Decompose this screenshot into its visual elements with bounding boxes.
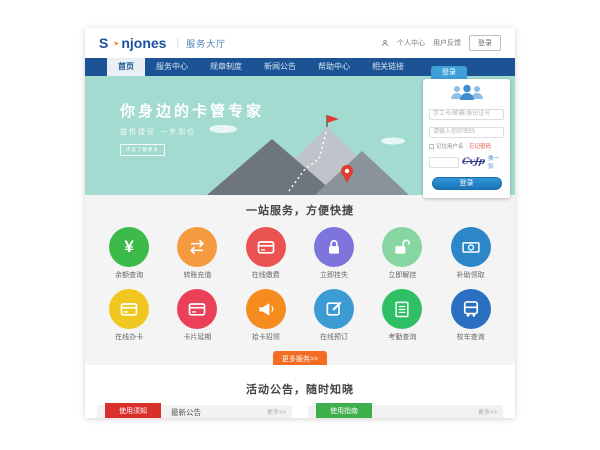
nav-item-help-center[interactable]: 帮助中心 bbox=[307, 58, 361, 76]
nav-item-news[interactable]: 新闻公告 bbox=[253, 58, 307, 76]
service-subsidy[interactable]: 补助领取 bbox=[436, 227, 504, 280]
captcha-image[interactable]: CvJp bbox=[461, 157, 485, 167]
refresh-captcha-link[interactable]: 换一张 bbox=[488, 154, 504, 170]
user-icon bbox=[381, 39, 389, 47]
remember-label: 记住用户名 bbox=[436, 142, 464, 150]
latest-news-tab[interactable]: 最新公告 bbox=[171, 405, 201, 418]
service-payment[interactable]: 在线缴费 bbox=[232, 227, 300, 280]
forgot-password-link[interactable]: 忘记密码 bbox=[469, 142, 491, 150]
announcement-tabs: 使用须知 最新公告 更多>> 使用指南 更多>> bbox=[97, 405, 503, 418]
service-balance[interactable]: ¥ 余额查询 bbox=[95, 227, 163, 280]
edit-icon bbox=[324, 299, 344, 319]
service-school-bus[interactable]: 校车查询 bbox=[436, 289, 504, 342]
attendance-icon bbox=[392, 299, 412, 319]
login-panel: 登录 记住用户名 | 忘记密码 CvJp 换一张 bbox=[423, 66, 510, 198]
login-options: 记住用户名 | 忘记密码 bbox=[429, 142, 504, 150]
username-input[interactable] bbox=[429, 109, 504, 120]
services-section: 一站服务，方便快捷 ¥ 余额查询 转账充值 bbox=[85, 195, 515, 365]
logo-text-s: S bbox=[99, 35, 108, 51]
service-card-renewal[interactable]: 卡片延期 bbox=[163, 289, 231, 342]
service-new-card[interactable]: 在线办卡 bbox=[95, 289, 163, 342]
user-feedback-link[interactable]: 用户反馈 bbox=[433, 38, 461, 48]
nav-item-rules[interactable]: 规章制度 bbox=[199, 58, 253, 76]
login-tab[interactable]: 登录 bbox=[431, 66, 467, 79]
header: S njones | 服务大厅 个人中心 用户反馈 登录 bbox=[85, 28, 515, 58]
login-submit-button[interactable]: 登录 bbox=[432, 177, 502, 190]
notice-panel: 使用须知 最新公告 更多>> bbox=[97, 405, 292, 418]
portal-name: 服务大厅 bbox=[186, 37, 226, 50]
announcements-section: 活动公告，随时知晓 使用须知 最新公告 更多>> 使用指南 更多>> bbox=[85, 365, 515, 418]
hero-cta-button[interactable]: 点击了解更多 bbox=[120, 144, 165, 156]
remember-checkbox[interactable] bbox=[429, 144, 434, 149]
options-separator: | bbox=[466, 143, 467, 149]
logo-text-rest: njones bbox=[121, 35, 166, 51]
service-online-booking[interactable]: 在线预订 bbox=[300, 289, 368, 342]
login-form: 记住用户名 | 忘记密码 CvJp 换一张 登录 bbox=[423, 79, 510, 198]
announcements-title: 活动公告，随时知晓 bbox=[85, 374, 515, 397]
unlock-icon bbox=[392, 237, 412, 257]
service-report-loss[interactable]: 立即挂失 bbox=[300, 227, 368, 280]
nav-item-service-center[interactable]: 服务中心 bbox=[145, 58, 199, 76]
usage-notice-tab[interactable]: 使用须知 bbox=[105, 403, 161, 418]
bus-icon bbox=[461, 299, 481, 319]
yen-icon: ¥ bbox=[124, 237, 133, 257]
nav-item-home[interactable]: 首页 bbox=[107, 58, 145, 76]
card-icon bbox=[187, 299, 207, 319]
users-icon bbox=[429, 84, 504, 102]
megaphone-icon bbox=[256, 299, 276, 319]
service-unfreeze[interactable]: 立即解挂 bbox=[368, 227, 436, 280]
logo-arrow-icon bbox=[109, 38, 120, 49]
nav-item-links[interactable]: 相关链接 bbox=[361, 58, 415, 76]
logo-divider: | bbox=[176, 38, 179, 49]
lock-icon bbox=[324, 237, 344, 257]
guide-panel: 使用指南 更多>> bbox=[308, 405, 503, 418]
card-icon bbox=[256, 237, 276, 257]
captcha-input[interactable] bbox=[429, 157, 459, 168]
header-login-button[interactable]: 登录 bbox=[469, 35, 501, 51]
service-attendance[interactable]: 考勤查询 bbox=[368, 289, 436, 342]
password-input[interactable] bbox=[429, 127, 504, 138]
usage-guide-tab[interactable]: 使用指南 bbox=[316, 403, 372, 418]
more-notices-link[interactable]: 更多>> bbox=[267, 405, 286, 418]
header-links: 个人中心 用户反馈 登录 bbox=[381, 35, 501, 51]
synjones-logo[interactable]: S njones | 服务大厅 bbox=[99, 35, 226, 51]
more-guides-link[interactable]: 更多>> bbox=[478, 405, 497, 418]
service-lost-found[interactable]: 拾卡招领 bbox=[232, 289, 300, 342]
captcha-row: CvJp 换一张 bbox=[429, 154, 504, 170]
transfer-icon bbox=[187, 237, 207, 257]
personal-center-link[interactable]: 个人中心 bbox=[397, 38, 425, 48]
card-icon bbox=[119, 299, 139, 319]
service-hall-page: S njones | 服务大厅 个人中心 用户反馈 登录 首页 服务中心 规章制… bbox=[85, 28, 515, 418]
service-transfer[interactable]: 转账充值 bbox=[163, 227, 231, 280]
services-title: 一站服务，方便快捷 bbox=[85, 195, 515, 218]
banknote-icon bbox=[461, 237, 481, 257]
services-grid: ¥ 余额查询 转账充值 bbox=[95, 218, 505, 342]
